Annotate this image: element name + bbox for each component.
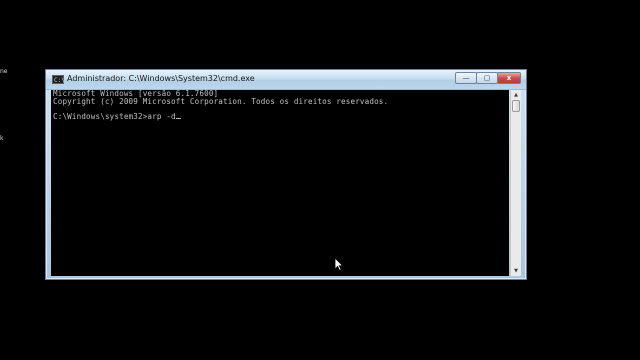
cmd-app-icon[interactable]: C:\ bbox=[52, 75, 65, 84]
minimize-button[interactable]: — bbox=[455, 72, 477, 84]
console-output[interactable]: Microsoft Windows [versão 6.1.7600] Copy… bbox=[51, 90, 509, 276]
minimize-icon: — bbox=[462, 73, 470, 82]
desktop: ne k C:\ Administrador: C:\Windows\Syste… bbox=[0, 0, 640, 360]
text-cursor bbox=[175, 118, 181, 120]
console-command: C:\Windows\system32>arp -d bbox=[53, 112, 176, 122]
maximize-button[interactable]: ▢ bbox=[476, 72, 498, 84]
close-button[interactable]: x bbox=[497, 72, 521, 84]
mouse-pointer-icon bbox=[334, 257, 344, 271]
cmd-window[interactable]: C:\ Administrador: C:\Windows\System32\c… bbox=[45, 69, 527, 280]
console-line-copyright: Copyright (c) 2009 Microsoft Corporation… bbox=[53, 96, 389, 106]
maximize-icon: ▢ bbox=[483, 73, 491, 82]
vertical-scrollbar[interactable]: ▲ ▼ bbox=[510, 90, 521, 276]
window-title: Administrador: C:\Windows\System32\cmd.e… bbox=[67, 74, 255, 83]
console-prompt-line[interactable]: C:\Windows\system32>arp -d bbox=[53, 113, 509, 121]
title-bar[interactable]: C:\ Administrador: C:\Windows\System32\c… bbox=[46, 70, 526, 90]
desktop-icon-label-fragment[interactable]: ne bbox=[0, 69, 8, 75]
scroll-thumb[interactable] bbox=[512, 100, 520, 112]
scroll-up-icon[interactable]: ▲ bbox=[511, 90, 521, 100]
close-icon: x bbox=[506, 73, 512, 82]
scroll-down-icon[interactable]: ▼ bbox=[511, 266, 521, 276]
desktop-icon-label-fragment[interactable]: k bbox=[0, 136, 3, 142]
caption-buttons: — ▢ x bbox=[455, 72, 521, 85]
